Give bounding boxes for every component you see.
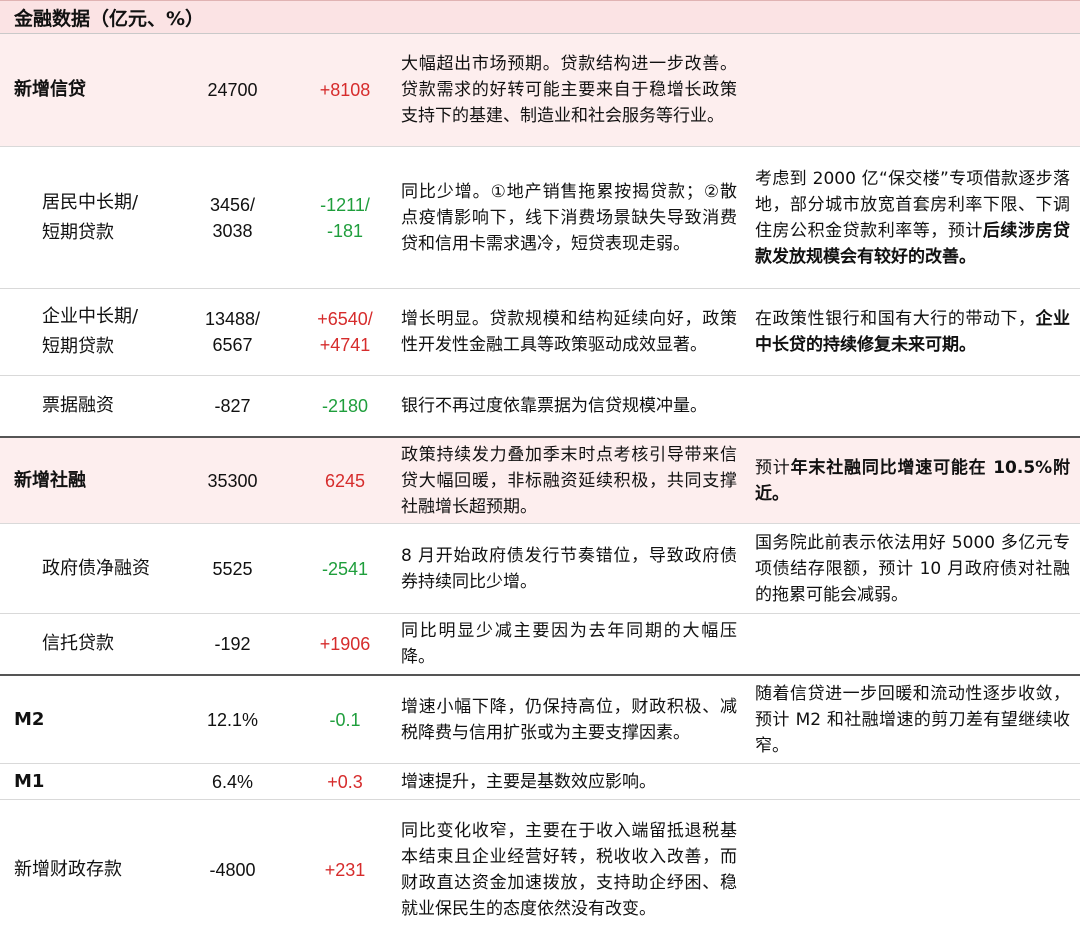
row-value: -827 [214,396,251,416]
row-description: 增速小幅下降，仍保持高位，财政积极、减税降费与信用扩张或为主要支撑因素。 [401,696,737,743]
row-change: +6540/+4741 [317,309,373,355]
row-change: -2541 [321,558,369,579]
row-change: -1211/-181 [320,194,370,241]
row-description: 银行不再过度依靠票据为信贷规模冲量。 [401,396,707,416]
table-row: 政府债净融资 5525 -2541 8 月开始政府债发行节奏错位，导致政府债券持… [0,524,1080,614]
row-description: 同比明显少减主要因为去年同期的大幅压降。 [401,621,737,667]
row-value: 35300 [207,470,258,491]
row-value: 12.1% [206,709,259,730]
table-row: M1 6.4% +0.3 增速提升，主要是基数效应影响。 [0,764,1080,800]
row-change: -2180 [321,396,369,416]
row-name-line2: 短期贷款 [42,221,114,243]
row-name: 信托贷款 [42,633,114,654]
row-change: +0.3 [327,771,363,792]
row-value: 5525 [212,558,253,579]
row-description: 大幅超出市场预期。贷款结构进一步改善。贷款需求的好转可能主要来自于稳增长政策支持… [401,54,737,126]
row-change: +8108 [319,80,371,100]
row-name: 票据融资 [42,395,114,416]
table-row: 新增社融 35300 6245 政策持续发力叠加季末时点考核引导带来信贷大幅回暖… [0,438,1080,524]
row-description: 8 月开始政府债发行节奏错位，导致政府债券持续同比少增。 [401,545,737,592]
table-title-text: 金融数据（亿元、%） [14,7,205,30]
row-change: +231 [324,860,366,880]
table-row: 企业中长期/ 短期贷款 13488/6567 +6540/+4741 增长明显。… [0,289,1080,376]
row-name: M2 [14,708,45,730]
row-name-line1: 居民中长期/ [42,191,139,213]
table-row: 新增财政存款 -4800 +231 同比变化收窄，主要在于收入端留抵退税基本结束… [0,800,1080,940]
row-description: 增长明显。贷款规模和结构延续向好，政策性开发性金融工具等政策驱动成效显著。 [401,309,737,355]
row-outlook: 随着信贷进一步回暖和流动性逐步收敛，预计 M2 和社融增速的剪刀差有望继续收窄。 [755,683,1070,756]
row-outlook: 考虑到 2000 亿“保交楼”专项借款逐步落地，部分城市放宽首套房利率下限、下调… [755,168,1071,267]
row-value: -4800 [209,860,256,880]
row-value: 6.4% [211,771,254,792]
row-name: M1 [14,770,45,792]
row-change: -0.1 [329,709,361,730]
row-description: 增速提升，主要是基数效应影响。 [401,771,656,792]
table-title: 金融数据（亿元、%） [0,0,1080,34]
row-name: 政府债净融资 [42,557,150,579]
row-name: 企业中长期/ 短期贷款 [42,306,139,357]
table-row: 居民中长期/ 短期贷款 3456/3038 -1211/-181 同比少增。①地… [0,147,1080,289]
table-row: 信托贷款 -192 +1906 同比明显少减主要因为去年同期的大幅压降。 [0,614,1080,676]
row-outlook: 国务院此前表示依法用好 5000 多亿元专项债结存限额，预计 10 月政府债对社… [755,532,1070,605]
row-description: 同比少增。①地产销售拖累按揭贷款；②散点疫情影响下，线下消费场景缺失导致消费贷和… [401,181,737,254]
row-value: 3456/3038 [209,194,256,241]
row-value: -192 [214,634,251,654]
row-outlook: 在政策性银行和国有大行的带动下，企业中长贷的持续修复未来可期。 [755,309,1071,355]
row-name: 新增财政存款 [14,859,122,880]
row-description: 政策持续发力叠加季末时点考核引导带来信贷大幅回暖，非标融资延续积极，共同支撑社融… [401,444,737,517]
row-value: 24700 [207,80,258,100]
financial-data-table: 新增信贷 24700 +8108 大幅超出市场预期。贷款结构进一步改善。贷款需求… [0,34,1080,940]
table-row: 票据融资 -827 -2180 银行不再过度依靠票据为信贷规模冲量。 [0,376,1080,438]
row-description: 同比变化收窄，主要在于收入端留抵退税基本结束且企业经营好转，税收收入改善，而财政… [401,821,737,919]
table-row: M2 12.1% -0.1 增速小幅下降，仍保持高位，财政积极、减税降费与信用扩… [0,676,1080,764]
table-row: 新增信贷 24700 +8108 大幅超出市场预期。贷款结构进一步改善。贷款需求… [0,34,1080,147]
row-outlook: 预计年末社融同比增速可能在 10.5%附近。 [755,457,1071,504]
row-value: 13488/6567 [204,309,261,355]
row-name: 新增信贷 [14,79,86,100]
row-name: 居民中长期/ 短期贷款 [0,188,170,248]
row-change: +1906 [319,634,371,654]
row-change: 6245 [324,470,366,491]
row-name: 新增社融 [14,469,86,491]
